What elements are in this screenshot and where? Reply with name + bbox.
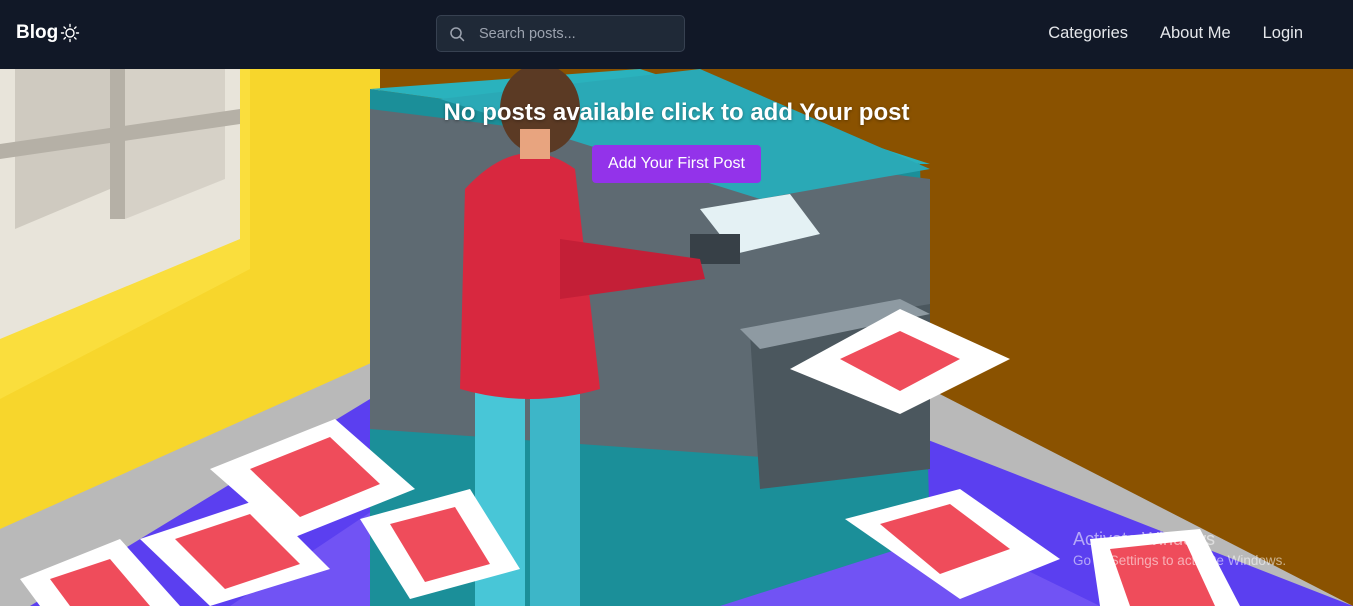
navbar: Blog Categories About Me Login — [0, 0, 1353, 69]
add-first-post-button[interactable]: Add Your First Post — [592, 145, 761, 183]
blog-logo[interactable]: Blog — [16, 22, 80, 44]
search-icon — [450, 26, 465, 41]
watermark-title: Activate Windows — [1073, 529, 1216, 549]
search-box[interactable] — [436, 15, 685, 52]
nav-link-login[interactable]: Login — [1263, 24, 1303, 43]
empty-state-title: No posts available click to add Your pos… — [443, 99, 910, 126]
hero-section: No posts available click to add Your pos… — [0, 69, 1353, 606]
search-input[interactable] — [477, 24, 661, 43]
windows-activation-watermark: Activate Windows Go to Settings to activ… — [1073, 529, 1286, 568]
nav-link-categories[interactable]: Categories — [1048, 24, 1128, 43]
nav-link-about-me[interactable]: About Me — [1160, 24, 1231, 43]
nav-links: Categories About Me Login — [1048, 24, 1303, 43]
sun-icon — [61, 23, 80, 43]
empty-state: No posts available click to add Your pos… — [0, 99, 1353, 183]
watermark-subtitle: Go to Settings to activate Windows. — [1073, 553, 1287, 568]
logo-text: Blog — [16, 22, 59, 43]
